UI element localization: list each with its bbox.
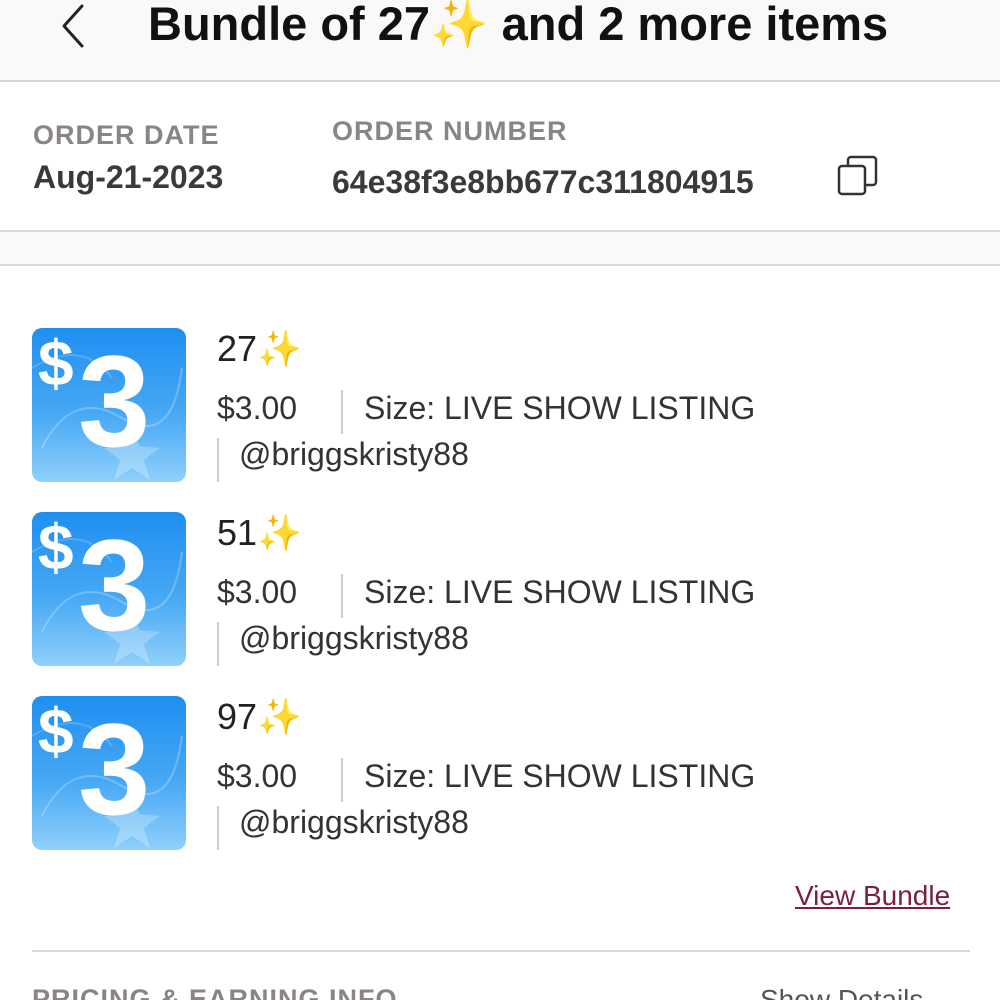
order-number-value: 64e38f3e8bb677c311804915 bbox=[332, 164, 754, 200]
list-item[interactable]: $ 3 27✨ $3.00 Size: LIVE SHOW LISTING @b… bbox=[0, 328, 1000, 488]
list-item[interactable]: $ 3 51✨ $3.00 Size: LIVE SHOW LISTING @b… bbox=[0, 512, 1000, 672]
chevron-left-icon bbox=[62, 4, 84, 48]
separator bbox=[217, 438, 219, 482]
item-seller[interactable]: @briggskristy88 bbox=[239, 436, 469, 473]
separator bbox=[217, 806, 219, 850]
item-seller[interactable]: @briggskristy88 bbox=[239, 620, 469, 657]
order-number-label: ORDER NUMBER bbox=[332, 116, 568, 146]
thumb-dollar: $ bbox=[38, 328, 74, 399]
item-size: Size: LIVE SHOW LISTING bbox=[364, 758, 756, 794]
section-divider bbox=[0, 230, 1000, 266]
item-price: $3.00 bbox=[217, 758, 298, 794]
divider bbox=[32, 950, 970, 952]
item-thumbnail: $ 3 bbox=[32, 696, 186, 850]
item-price: $3.00 bbox=[217, 574, 298, 610]
order-date-label: ORDER DATE bbox=[33, 120, 220, 150]
separator bbox=[341, 758, 343, 802]
pricing-earning-info-label: PRICING & EARNING INFO bbox=[32, 984, 398, 1000]
separator bbox=[341, 390, 343, 434]
item-title: 97✨ bbox=[217, 696, 302, 737]
order-details-page: Bundle of 27✨ and 2 more items ORDER DAT… bbox=[0, 0, 1000, 1000]
thumb-number: 3 bbox=[78, 328, 151, 474]
copy-icon bbox=[837, 155, 878, 196]
order-date-value: Aug-21-2023 bbox=[33, 159, 224, 195]
item-price: $3.00 bbox=[217, 390, 298, 426]
item-thumbnail: $ 3 bbox=[32, 328, 186, 482]
copy-order-number-button[interactable] bbox=[836, 154, 880, 198]
page-title: Bundle of 27✨ and 2 more items bbox=[148, 0, 889, 50]
top-bar: Bundle of 27✨ and 2 more items bbox=[0, 0, 1000, 82]
view-bundle-link[interactable]: View Bundle bbox=[795, 880, 950, 912]
list-item[interactable]: $ 3 97✨ $3.00 Size: LIVE SHOW LISTING @b… bbox=[0, 696, 1000, 856]
show-details-link[interactable]: Show Details bbox=[760, 984, 923, 1000]
item-thumbnail: $ 3 bbox=[32, 512, 186, 666]
item-title: 27✨ bbox=[217, 328, 302, 369]
thumb-dollar: $ bbox=[38, 696, 74, 767]
item-seller[interactable]: @briggskristy88 bbox=[239, 804, 469, 841]
thumb-number: 3 bbox=[78, 512, 151, 658]
thumb-number: 3 bbox=[78, 696, 151, 842]
back-button[interactable] bbox=[52, 2, 102, 52]
separator bbox=[341, 574, 343, 618]
item-size: Size: LIVE SHOW LISTING bbox=[364, 390, 756, 426]
item-size: Size: LIVE SHOW LISTING bbox=[364, 574, 756, 610]
separator bbox=[217, 622, 219, 666]
item-title: 51✨ bbox=[217, 512, 302, 553]
order-meta: ORDER DATE Aug-21-2023 ORDER NUMBER 64e3… bbox=[0, 84, 1000, 230]
thumb-dollar: $ bbox=[38, 512, 74, 583]
